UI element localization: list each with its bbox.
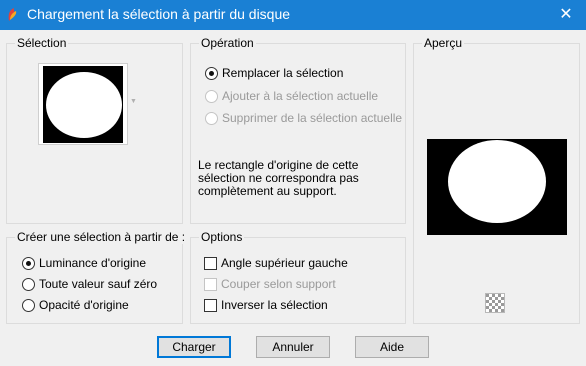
- radio-button[interactable]: [22, 278, 35, 291]
- operation-group-title: Opération: [199, 36, 256, 50]
- note-line: complètement au support.: [198, 184, 337, 198]
- checkbox-label: Couper selon support: [221, 277, 336, 291]
- checkbox: [204, 278, 217, 291]
- dropdown-arrow-icon[interactable]: ▼: [130, 98, 137, 105]
- radio-label: Opacité d'origine: [39, 298, 129, 312]
- create-from-group-title: Créer une sélection à partir de :: [15, 230, 188, 244]
- options-group-title: Options: [199, 230, 245, 244]
- checkbox-label: Angle supérieur gauche: [221, 256, 348, 270]
- radio-button: [205, 112, 218, 125]
- checkbox[interactable]: [204, 257, 217, 270]
- radio-button[interactable]: [22, 299, 35, 312]
- window-title: Chargement la sélection à partir du disq…: [27, 6, 291, 22]
- radio-button[interactable]: [22, 257, 35, 270]
- radio-label: Luminance d'origine: [39, 256, 147, 270]
- radio-label: Toute valeur sauf zéro: [39, 277, 158, 291]
- app-icon: [8, 8, 17, 21]
- selection-ellipse: [46, 72, 122, 138]
- radio-button[interactable]: [205, 67, 218, 80]
- preview-image: [427, 139, 567, 235]
- radio-label: Remplacer la sélection: [222, 66, 344, 80]
- radio-label: Supprimer de la sélection actuelle: [222, 111, 403, 125]
- load-button[interactable]: Charger: [157, 336, 231, 358]
- selection-thumbnail[interactable]: [38, 63, 128, 145]
- cancel-button[interactable]: Annuler: [256, 336, 330, 358]
- selection-mask: [43, 66, 123, 143]
- radio-label: Ajouter à la sélection actuelle: [222, 89, 379, 103]
- help-button[interactable]: Aide: [355, 336, 429, 358]
- title-bar: Chargement la sélection à partir du disq…: [0, 0, 586, 30]
- preview-ellipse: [448, 140, 546, 223]
- close-icon[interactable]: ✕: [556, 5, 576, 25]
- preview-group-title: Aperçu: [422, 36, 465, 50]
- radio-button: [205, 90, 218, 103]
- transparency-checker-icon[interactable]: [485, 293, 505, 313]
- info-note: Le rectangle d'origine de cette sélectio…: [198, 159, 398, 198]
- checkbox-label: Inverser la sélection: [221, 298, 328, 312]
- selection-group-title: Sélection: [15, 36, 69, 50]
- checkbox[interactable]: [204, 299, 217, 312]
